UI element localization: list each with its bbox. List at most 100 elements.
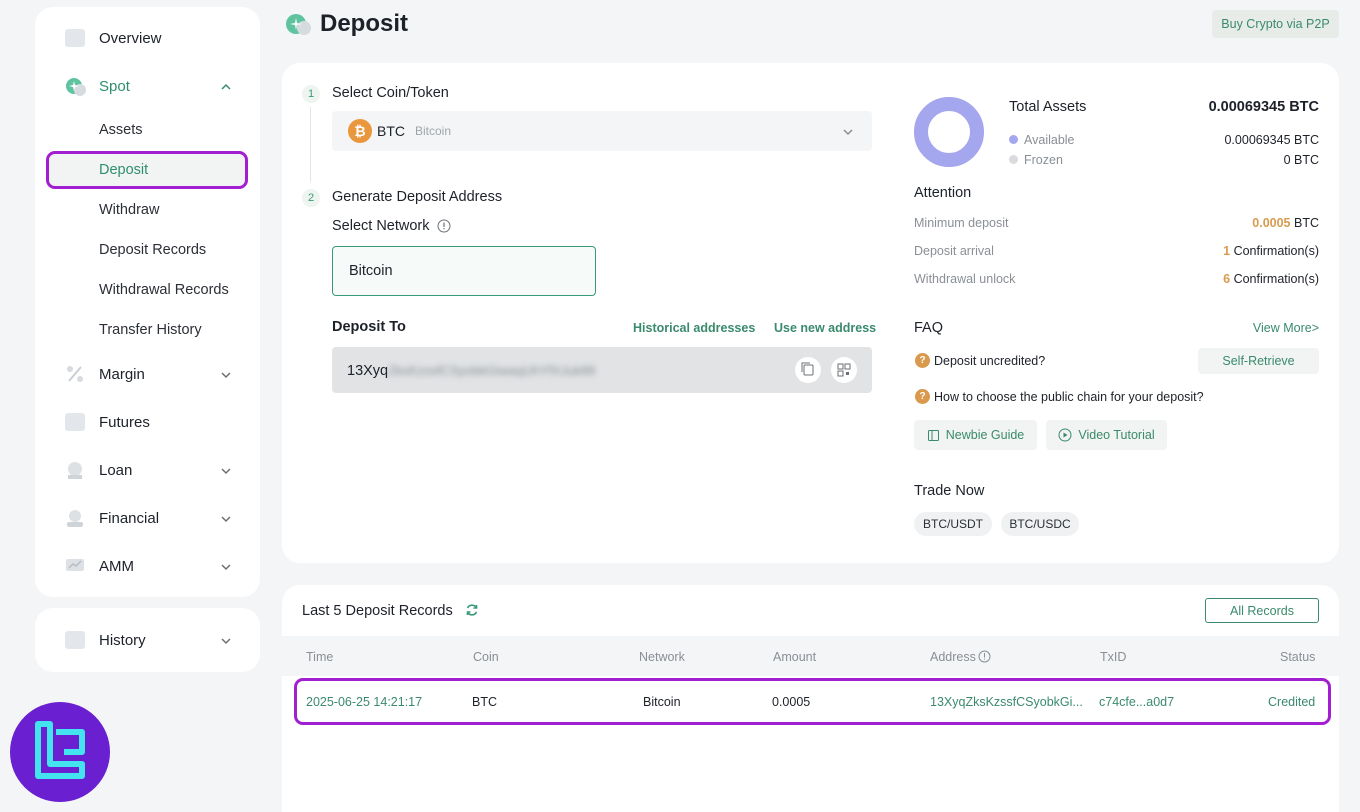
- trade-now-title: Trade Now: [914, 483, 985, 499]
- self-retrieve-button[interactable]: Self-Retrieve: [1198, 348, 1319, 374]
- info-icon[interactable]: [437, 219, 451, 238]
- sidebar-item-deposit-records[interactable]: Deposit Records: [99, 235, 206, 265]
- step-connector: [310, 107, 311, 182]
- newbie-guide-button[interactable]: Newbie Guide: [914, 420, 1037, 450]
- history-icon: [65, 631, 85, 649]
- question-icon: ?: [915, 353, 930, 368]
- refresh-icon[interactable]: [465, 603, 479, 622]
- sidebar-item-financial[interactable]: Financial: [35, 498, 260, 538]
- row-address[interactable]: 13XyqZksKzssfCSyobkGi...: [930, 695, 1083, 709]
- overview-icon: [65, 29, 85, 47]
- column-amount: Amount: [773, 650, 817, 664]
- chevron-down-icon[interactable]: [220, 368, 232, 380]
- row-network: Bitcoin: [643, 695, 681, 709]
- qr-code-icon[interactable]: [831, 357, 857, 383]
- minimum-deposit-label: Minimum deposit: [914, 216, 1009, 230]
- coin-symbol: BTC: [377, 123, 405, 139]
- buy-crypto-p2p-button[interactable]: Buy Crypto via P2P: [1212, 10, 1339, 38]
- step-number: 2: [302, 189, 320, 207]
- sidebar-item-margin[interactable]: Margin: [35, 354, 260, 394]
- faq-title: FAQ: [914, 320, 944, 336]
- historical-addresses-link[interactable]: Historical addresses: [633, 321, 755, 335]
- total-assets-value: 0.00069345 BTC: [1208, 99, 1319, 115]
- available-label: Available: [1024, 133, 1075, 147]
- chevron-down-icon[interactable]: [220, 512, 232, 524]
- sidebar-item-loan[interactable]: Loan: [35, 450, 260, 490]
- row-status: Credited: [1268, 695, 1316, 709]
- generate-address-label: Generate Deposit Address: [332, 189, 503, 205]
- column-status: Status: [1280, 650, 1316, 664]
- chevron-down-icon[interactable]: [220, 560, 232, 572]
- sidebar-item-history[interactable]: History: [35, 620, 260, 660]
- chevron-down-icon[interactable]: [220, 464, 232, 476]
- chevron-down-icon[interactable]: [220, 634, 232, 646]
- chevron-down-icon[interactable]: [842, 125, 854, 143]
- table-row: [294, 678, 1331, 725]
- frozen-legend-dot: [1009, 155, 1018, 164]
- address-blurred-part: ZksKzssfCSyobkGiwaqUhYfXJuk88: [388, 363, 596, 378]
- deposit-to-label: Deposit To: [332, 319, 406, 335]
- trade-pair-btc-usdt[interactable]: BTC/USDT: [914, 512, 992, 536]
- amm-icon: [65, 557, 85, 575]
- deposit-arrival-label: Deposit arrival: [914, 244, 994, 258]
- coin-name: Bitcoin: [415, 124, 452, 138]
- frozen-label: Frozen: [1024, 153, 1063, 167]
- sidebar-item-spot[interactable]: Spot: [35, 66, 260, 106]
- faq-question-public-chain[interactable]: How to choose the public chain for your …: [934, 390, 1204, 404]
- all-records-button[interactable]: All Records: [1205, 598, 1319, 623]
- sidebar-item-deposit[interactable]: Deposit: [99, 155, 148, 185]
- minimum-deposit-value: 0.0005 BTC: [1252, 216, 1319, 230]
- sidebar-item-overview[interactable]: Overview: [35, 18, 260, 58]
- records-title: Last 5 Deposit Records: [302, 603, 453, 619]
- loan-icon: [65, 461, 85, 479]
- futures-icon: [65, 413, 85, 431]
- sidebar-item-withdrawal-records[interactable]: Withdrawal Records: [99, 275, 229, 305]
- address-visible-part: 13Xyq: [347, 363, 389, 379]
- tradingfinder-logo: [10, 702, 110, 802]
- assets-donut-chart: [914, 97, 984, 167]
- row-coin: BTC: [472, 695, 497, 709]
- row-amount: 0.0005: [772, 695, 811, 709]
- column-address: Address: [930, 650, 976, 664]
- attention-title: Attention: [914, 185, 972, 201]
- copy-icon[interactable]: [795, 357, 821, 383]
- use-new-address-link[interactable]: Use new address: [774, 321, 876, 335]
- info-icon[interactable]: [978, 650, 991, 668]
- column-network: Network: [639, 650, 685, 664]
- row-txid[interactable]: c74cfe...a0d7: [1099, 695, 1174, 709]
- play-icon: [1058, 428, 1072, 442]
- total-assets-label: Total Assets: [1009, 99, 1087, 115]
- withdrawal-unlock-label: Withdrawal unlock: [914, 272, 1016, 286]
- deposit-icon: [285, 13, 313, 37]
- available-legend-dot: [1009, 135, 1018, 144]
- sidebar-item-withdraw[interactable]: Withdraw: [99, 195, 159, 225]
- coin-select[interactable]: [332, 111, 872, 151]
- video-tutorial-button[interactable]: Video Tutorial: [1046, 420, 1167, 450]
- sidebar-item-transfer-history[interactable]: Transfer History: [99, 315, 202, 345]
- sidebar-item-assets[interactable]: Assets: [99, 115, 143, 145]
- sidebar-item-futures[interactable]: Futures: [35, 402, 260, 442]
- column-time: Time: [306, 650, 334, 664]
- page-title: Deposit: [320, 10, 409, 37]
- available-value: 0.00069345 BTC: [1224, 133, 1319, 147]
- margin-icon: [65, 365, 85, 383]
- financial-icon: [65, 509, 85, 527]
- step-number: 1: [302, 85, 320, 103]
- trade-pair-btc-usdc[interactable]: BTC/USDC: [1001, 512, 1079, 536]
- book-icon: [927, 429, 940, 442]
- deposit-arrival-value: 1 Confirmation(s): [1223, 244, 1319, 258]
- sidebar-item-amm[interactable]: AMM: [35, 546, 260, 586]
- question-icon: ?: [915, 389, 930, 404]
- withdrawal-unlock-value: 6 Confirmation(s): [1223, 272, 1319, 286]
- column-txid: TxID: [1100, 650, 1127, 664]
- spot-icon: [65, 77, 86, 96]
- chevron-up-icon[interactable]: [220, 80, 232, 92]
- view-more-link[interactable]: View More>: [1220, 321, 1319, 335]
- network-select[interactable]: Bitcoin: [332, 246, 596, 296]
- select-coin-label: Select Coin/Token: [332, 85, 449, 101]
- bitcoin-icon: ₿: [348, 119, 372, 143]
- select-network-label: Select Network: [332, 218, 430, 234]
- row-time: 2025-06-25 14:21:17: [306, 695, 423, 709]
- frozen-value: 0 BTC: [1283, 153, 1319, 167]
- faq-question-uncredited[interactable]: Deposit uncredited?: [934, 354, 1045, 368]
